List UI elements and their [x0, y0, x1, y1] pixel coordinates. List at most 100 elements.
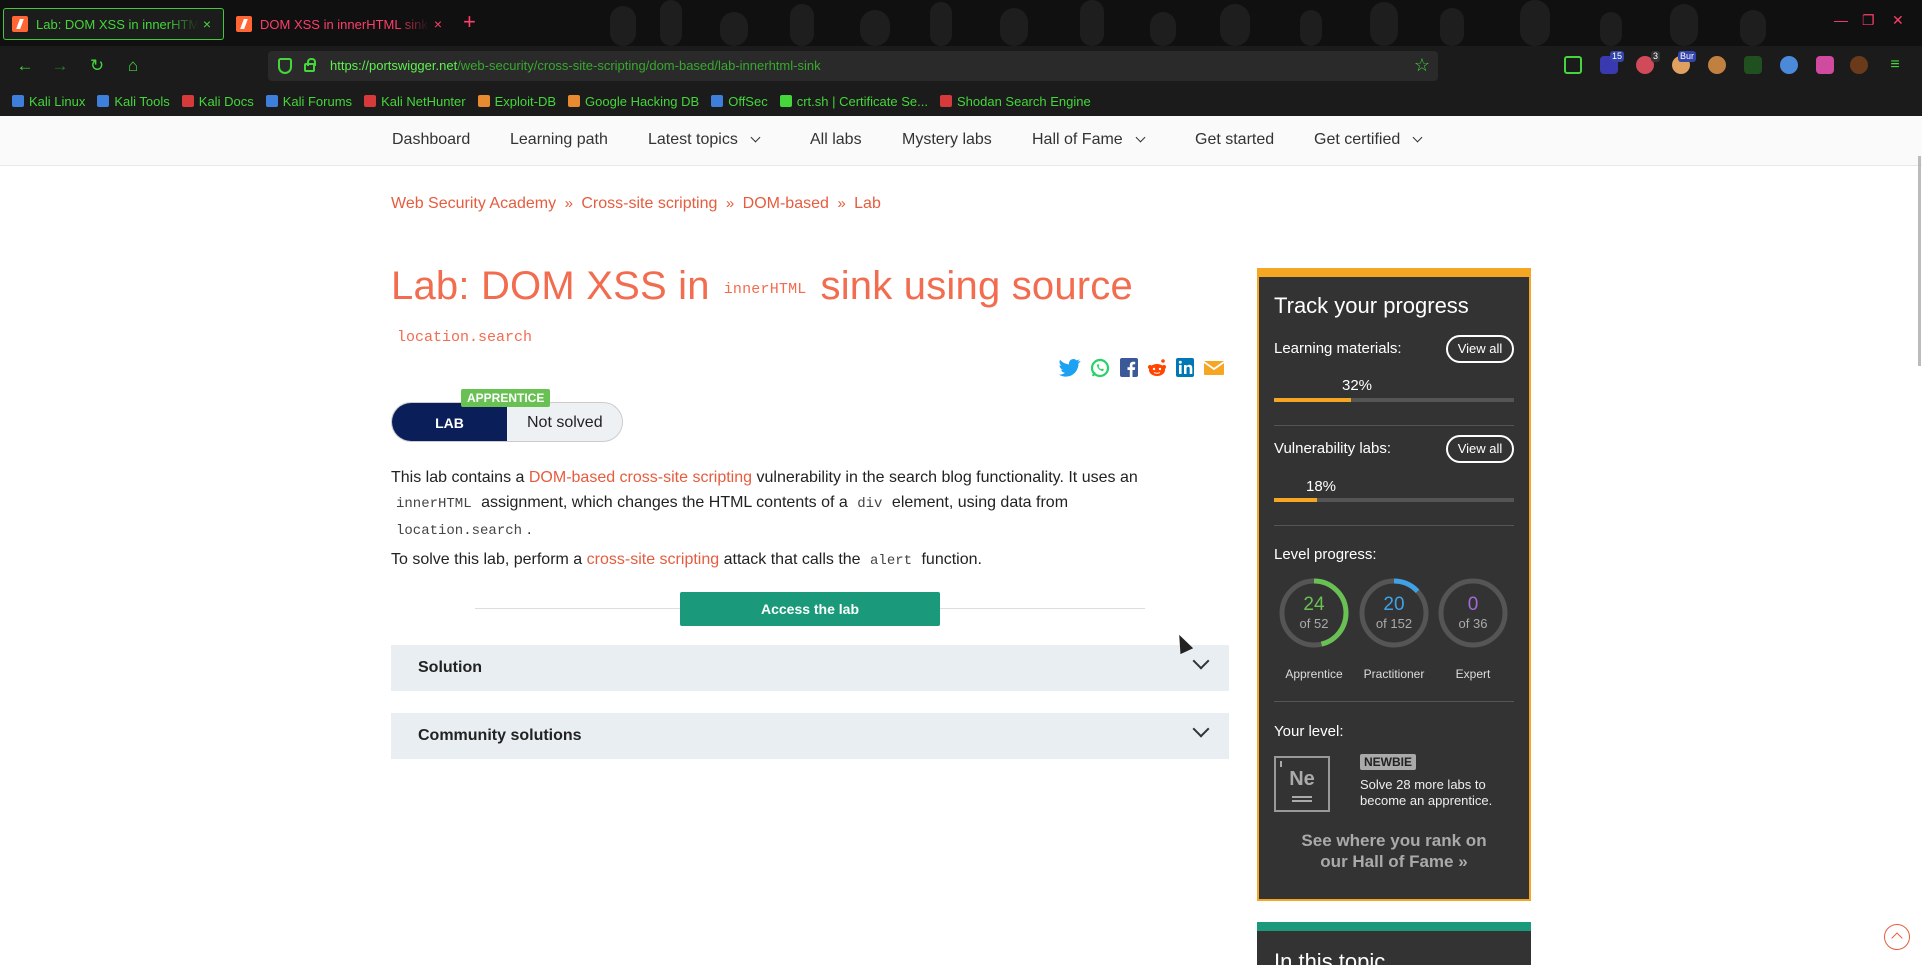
url-path: /web-security/cross-site-scripting/dom-b… [457, 58, 821, 73]
breadcrumb-dom-based[interactable]: DOM-based [743, 195, 829, 212]
bookmark-item[interactable]: crt.sh | Certificate Se... [779, 94, 928, 109]
in-this-topic-panel: In this topic [1257, 922, 1531, 965]
bookmark-favicon-icon [364, 95, 377, 107]
bookmark-item[interactable]: Kali Forums [265, 94, 352, 109]
bookmark-favicon-icon [779, 95, 792, 107]
close-icon[interactable]: × [199, 16, 215, 32]
bookmark-item[interactable]: OffSec [711, 94, 768, 109]
access-lab-button[interactable]: Access the lab [680, 592, 940, 626]
lock-icon[interactable] [304, 58, 316, 72]
progress-title: Track your progress [1274, 293, 1469, 318]
bookmark-item[interactable]: Shodan Search Engine [939, 94, 1091, 109]
twitter-icon[interactable] [1059, 358, 1081, 378]
tab-lab-instance[interactable]: DOM XSS in innerHTML sink using source l… [228, 8, 454, 40]
desc-code: location.search [396, 523, 523, 539]
extension-character-icon[interactable] [1708, 56, 1726, 74]
nav-mystery-labs[interactable]: Mystery labs [902, 131, 992, 149]
restore-icon[interactable]: ❐ [1862, 12, 1875, 29]
shield-icon[interactable] [278, 58, 292, 74]
bookmark-label: Kali Tools [114, 93, 170, 109]
extension-green-icon[interactable] [1744, 56, 1762, 74]
view-all-learning-button[interactable]: View all [1446, 335, 1514, 363]
desc-text: vulnerability in the search blog functio… [756, 469, 1138, 486]
desc-text: assignment, which changes the HTML conte… [481, 494, 848, 511]
breadcrumb-lab[interactable]: Lab [854, 195, 881, 212]
dom-xss-link[interactable]: DOM-based cross-site scripting [529, 469, 752, 486]
level-progress-label: Level progress: [1274, 546, 1377, 563]
nav-get-certified-label: Get certified [1314, 131, 1401, 148]
close-icon[interactable]: × [430, 16, 446, 32]
ring-count: 24 [1303, 594, 1325, 615]
nav-hall-of-fame[interactable]: Hall of Fame [1032, 131, 1146, 149]
bookmark-item[interactable]: Google Hacking DB [568, 94, 699, 109]
nav-dashboard[interactable]: Dashboard [392, 131, 470, 149]
extension-globe-icon[interactable] [1780, 56, 1798, 74]
nav-latest-topics-label: Latest topics [648, 131, 738, 148]
minimize-icon[interactable]: — [1834, 12, 1848, 28]
new-tab-button[interactable]: + [463, 10, 476, 34]
level-element-icon: Ne [1274, 756, 1330, 812]
chevron-down-icon [1412, 132, 1423, 143]
element-symbol: Ne [1289, 768, 1315, 790]
reddit-icon[interactable] [1146, 358, 1168, 378]
nav-all-labs[interactable]: All labs [810, 131, 862, 149]
vulnerability-labs-label: Vulnerability labs: [1274, 440, 1392, 457]
address-bar[interactable]: https://portswigger.net/web-security/cro… [268, 51, 1438, 81]
solution-accordion[interactable]: Solution [391, 645, 1229, 691]
tab-lab[interactable]: Lab: DOM XSS in innerHTML sink using sou… [3, 8, 224, 40]
ring-label: Expert [1455, 667, 1491, 681]
burp-extension-icon[interactable]: Bur [1672, 51, 1696, 74]
bookmark-item[interactable]: Kali Tools [97, 93, 170, 109]
reload-icon[interactable]: ↻ [86, 55, 108, 77]
desc-text: . [527, 521, 532, 538]
bookmark-star-icon[interactable]: ☆ [1414, 55, 1430, 76]
breadcrumb-academy[interactable]: Web Security Academy [391, 195, 556, 212]
community-solutions-accordion[interactable]: Community solutions [391, 713, 1229, 759]
lab-description: This lab contains a DOM-based cross-site… [391, 465, 1151, 544]
nav-learning-path[interactable]: Learning path [510, 131, 608, 149]
bookmark-item[interactable]: Kali Linux [12, 94, 85, 109]
view-all-labs-button[interactable]: View all [1446, 435, 1514, 463]
bookmark-item[interactable]: Exploit-DB [477, 94, 556, 109]
ring-label: Practitioner [1363, 667, 1425, 681]
nav-get-certified[interactable]: Get certified [1314, 131, 1423, 149]
tab-label: Lab: DOM XSS in innerHTML sink using sou… [36, 16, 199, 32]
extension-pink-icon[interactable] [1816, 56, 1834, 74]
extension-badge: Bur [1677, 51, 1696, 62]
bookmark-item[interactable]: Kali Docs [181, 93, 254, 109]
facebook-icon[interactable] [1118, 358, 1140, 378]
extension-brown-icon[interactable] [1850, 56, 1868, 74]
breadcrumb-xss[interactable]: Cross-site scripting [581, 195, 717, 212]
page-scrollbar[interactable] [1918, 156, 1921, 366]
breadcrumb-separator: » [837, 195, 846, 212]
home-icon[interactable]: ⌂ [122, 55, 144, 77]
back-icon[interactable]: ← [14, 55, 36, 77]
extension-badge: 3 [1650, 51, 1660, 62]
scroll-to-top-icon[interactable] [1884, 924, 1910, 950]
breadcrumb-separator: » [725, 195, 735, 212]
extension-shield-icon[interactable]: 15 [1600, 51, 1624, 74]
double-chevron-right-icon: » [1458, 852, 1468, 871]
bookmark-label: Kali Docs [198, 93, 254, 109]
url-text[interactable]: https://portswigger.net/web-security/cro… [330, 58, 821, 73]
bookmark-favicon-icon [477, 95, 490, 107]
title-code-location-search: location.search [397, 329, 533, 346]
xss-link[interactable]: cross-site scripting [587, 551, 719, 568]
hall-of-fame-link[interactable]: See where you rank on our Hall of Fame » [1289, 830, 1499, 872]
page-title: Lab: DOM XSS in innerHTML sink using sourc… [391, 264, 1133, 309]
linkedin-icon[interactable] [1174, 358, 1196, 378]
close-window-icon[interactable]: ✕ [1892, 12, 1904, 29]
element-lines [1292, 796, 1312, 802]
lab-status-pill: LAB Not solved [391, 402, 623, 442]
pocket-icon[interactable] [1564, 56, 1582, 74]
forward-icon[interactable]: → [49, 55, 71, 77]
whatsapp-icon[interactable] [1089, 358, 1111, 378]
breadcrumb-separator: » [564, 195, 573, 212]
extension-dots-icon[interactable]: 3 [1636, 51, 1660, 74]
progress-widget: Track your progress Learning materials: … [1257, 268, 1531, 901]
email-icon[interactable] [1203, 358, 1225, 378]
menu-icon[interactable]: ≡ [1886, 56, 1904, 74]
bookmark-item[interactable]: Kali NetHunter [364, 94, 466, 109]
nav-get-started[interactable]: Get started [1195, 131, 1274, 149]
nav-latest-topics[interactable]: Latest topics [648, 131, 761, 149]
